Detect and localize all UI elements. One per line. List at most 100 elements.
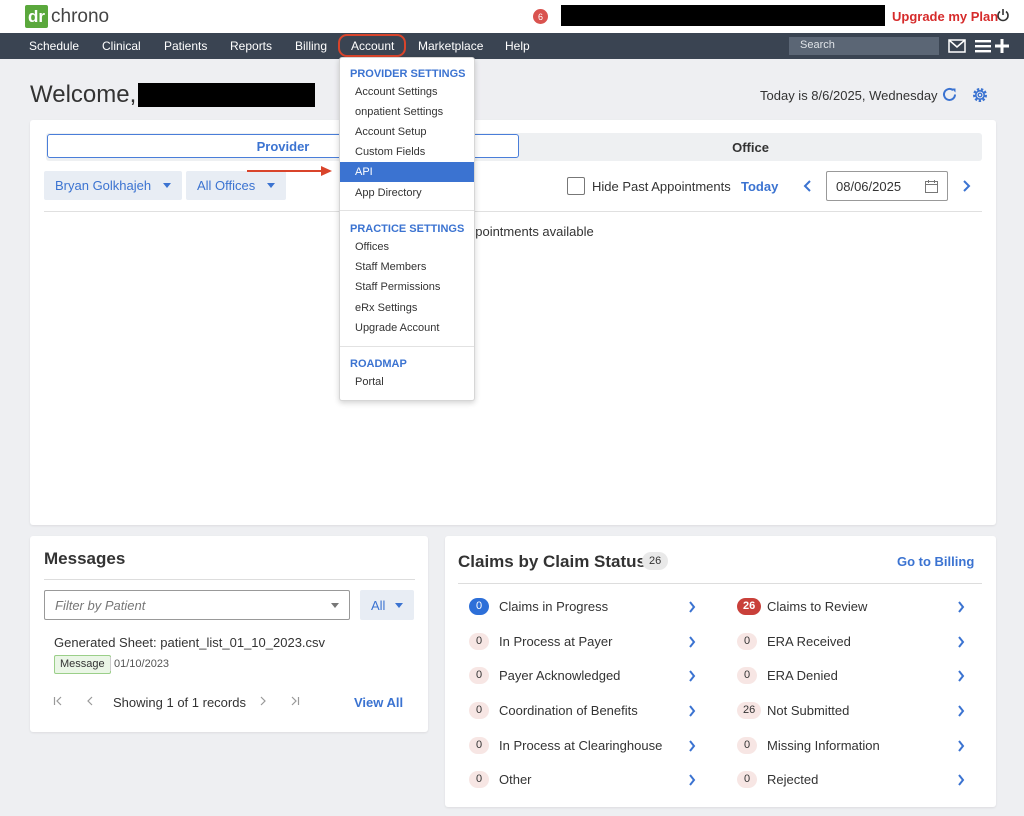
- claim-status-row[interactable]: 0 In Process at Clearinghouse: [469, 736, 700, 756]
- claim-count-badge: 0: [469, 771, 489, 788]
- roadmap-header: ROADMAP: [350, 358, 407, 370]
- notification-badge[interactable]: 6: [533, 9, 548, 24]
- plus-icon[interactable]: [994, 38, 1010, 54]
- claim-status-label: In Process at Clearinghouse: [499, 738, 663, 753]
- last-page-icon[interactable]: [290, 695, 300, 707]
- claim-status-row[interactable]: 26 Claims to Review: [737, 597, 969, 617]
- hamburger-menu-icon[interactable]: [975, 39, 991, 53]
- menu-item-staff-members[interactable]: Staff Members: [340, 257, 474, 277]
- claim-status-row[interactable]: 0 Payer Acknowledged: [469, 666, 700, 686]
- chevron-down-icon: [267, 183, 276, 188]
- menu-item-account-setup[interactable]: Account Setup: [340, 122, 474, 142]
- menu-item-staff-permissions[interactable]: Staff Permissions: [340, 277, 474, 297]
- nav-marketplace[interactable]: Marketplace: [418, 39, 483, 53]
- claim-status-row[interactable]: 26 Not Submitted: [737, 701, 969, 721]
- claim-status-label: Not Submitted: [767, 703, 850, 718]
- chevron-right-icon[interactable]: [688, 601, 696, 613]
- message-type-badge: Message: [54, 655, 111, 674]
- menu-item-erx-settings[interactable]: eRx Settings: [340, 298, 474, 318]
- drchrono-logo[interactable]: dr chrono: [25, 5, 109, 28]
- redacted-user-name: [138, 83, 315, 107]
- claim-status-label: In Process at Payer: [499, 634, 613, 649]
- patient-filter-input[interactable]: Filter by Patient: [44, 590, 350, 620]
- power-icon[interactable]: [996, 7, 1010, 23]
- provider-filter-label: Bryan Golkhajeh: [55, 178, 152, 193]
- menu-item-upgrade-account[interactable]: Upgrade Account: [340, 318, 474, 338]
- hide-past-checkbox[interactable]: [567, 177, 585, 195]
- nav-reports[interactable]: Reports: [230, 39, 272, 53]
- chevron-right-icon[interactable]: [688, 705, 696, 717]
- chevron-right-icon[interactable]: [688, 740, 696, 752]
- claim-status-row[interactable]: 0 Rejected: [737, 770, 969, 790]
- claim-count-badge: 0: [737, 667, 757, 684]
- chevron-right-icon[interactable]: [957, 774, 965, 786]
- divider: [458, 583, 982, 584]
- patient-filter-placeholder: Filter by Patient: [55, 598, 146, 613]
- chevron-right-icon[interactable]: [688, 636, 696, 648]
- upgrade-plan-link[interactable]: Upgrade my Plan: [892, 9, 998, 24]
- main-nav: Schedule Clinical Patients Reports Billi…: [0, 33, 1024, 59]
- search-input[interactable]: Search: [789, 37, 939, 55]
- view-all-messages-link[interactable]: View All: [354, 695, 403, 710]
- account-dropdown-menu: PROVIDER SETTINGS Account Settings onpat…: [339, 57, 475, 401]
- menu-item-custom-fields[interactable]: Custom Fields: [340, 142, 474, 162]
- welcome-heading: Welcome,: [30, 81, 137, 108]
- claim-status-row[interactable]: 0 ERA Denied: [737, 666, 969, 686]
- nav-clinical[interactable]: Clinical: [102, 39, 141, 53]
- menu-item-offices[interactable]: Offices: [340, 237, 474, 257]
- message-date: 01/10/2023: [109, 657, 170, 671]
- chevron-down-icon: [331, 603, 339, 608]
- claim-count-badge: 0: [469, 633, 489, 650]
- chevron-right-icon[interactable]: [688, 670, 696, 682]
- chevron-right-icon[interactable]: [688, 774, 696, 786]
- claim-status-row[interactable]: 0 Other: [469, 770, 700, 790]
- menu-item-account-settings[interactable]: Account Settings: [340, 82, 474, 102]
- chevron-right-icon[interactable]: [957, 636, 965, 648]
- chevron-left-icon[interactable]: [803, 180, 813, 192]
- messages-panel: Messages Filter by Patient All Generated…: [30, 536, 428, 732]
- go-to-billing-link[interactable]: Go to Billing: [897, 554, 974, 569]
- chevron-right-icon[interactable]: [957, 740, 965, 752]
- claim-status-row[interactable]: 0 Missing Information: [737, 736, 969, 756]
- chevron-right-icon[interactable]: [961, 180, 971, 192]
- menu-item-api[interactable]: API: [340, 162, 474, 182]
- provider-filter-dropdown[interactable]: Bryan Golkhajeh: [44, 171, 183, 200]
- mail-icon[interactable]: [948, 39, 966, 53]
- menu-item-onpatient-settings[interactable]: onpatient Settings: [340, 102, 474, 122]
- no-appointments-text: ppointments available: [468, 224, 594, 239]
- menu-divider: [340, 346, 474, 347]
- nav-help[interactable]: Help: [505, 39, 530, 53]
- claim-count-badge: 0: [469, 702, 489, 719]
- claim-status-row[interactable]: 0 In Process at Payer: [469, 632, 700, 652]
- tab-office[interactable]: Office: [519, 134, 982, 160]
- today-button[interactable]: Today: [741, 179, 778, 194]
- previous-page-icon[interactable]: [85, 695, 95, 707]
- nav-schedule[interactable]: Schedule: [29, 39, 79, 53]
- refresh-icon[interactable]: [941, 86, 958, 103]
- claim-status-label: Claims to Review: [767, 599, 868, 614]
- claim-status-label: Payer Acknowledged: [499, 668, 621, 683]
- chevron-right-icon[interactable]: [957, 670, 965, 682]
- message-subject[interactable]: Generated Sheet: patient_list_01_10_2023…: [54, 635, 325, 650]
- claim-status-row[interactable]: 0 Claims in Progress: [469, 597, 700, 617]
- hide-past-toggle[interactable]: Hide Past Appointments: [567, 177, 731, 195]
- nav-patients[interactable]: Patients: [164, 39, 207, 53]
- message-type-dropdown[interactable]: All: [360, 590, 414, 620]
- next-page-icon[interactable]: [258, 695, 268, 707]
- claim-status-row[interactable]: 0 Coordination of Benefits: [469, 701, 700, 721]
- claim-status-label: Coordination of Benefits: [499, 703, 638, 718]
- gear-icon[interactable]: [971, 86, 989, 104]
- chevron-right-icon[interactable]: [957, 601, 965, 613]
- calendar-icon[interactable]: [925, 180, 938, 193]
- menu-item-portal[interactable]: Portal: [340, 372, 474, 392]
- practice-settings-header: PRACTICE SETTINGS: [350, 223, 465, 235]
- claim-status-row[interactable]: 0 ERA Received: [737, 632, 969, 652]
- divider: [44, 211, 982, 212]
- nav-account[interactable]: Account: [351, 39, 394, 53]
- menu-item-app-directory[interactable]: App Directory: [340, 183, 474, 203]
- top-bar: dr chrono 6 Upgrade my Plan: [0, 0, 1024, 33]
- first-page-icon[interactable]: [53, 695, 63, 707]
- nav-billing[interactable]: Billing: [295, 39, 327, 53]
- date-picker-input[interactable]: 08/06/2025: [826, 171, 948, 201]
- chevron-right-icon[interactable]: [957, 705, 965, 717]
